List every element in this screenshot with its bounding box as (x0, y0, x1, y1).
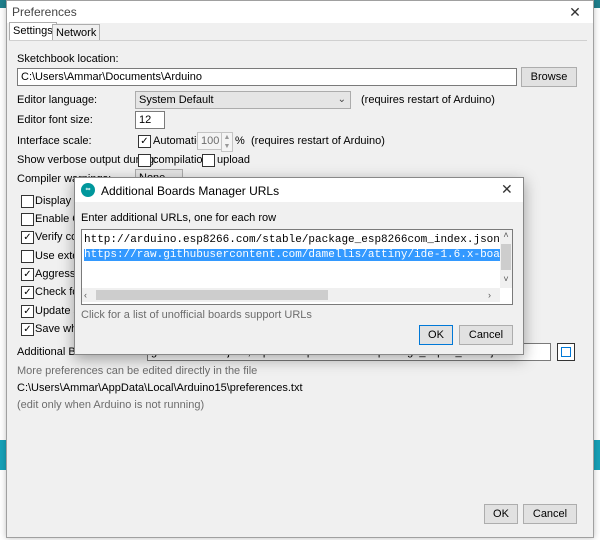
verbose-label: Show verbose output during: (17, 154, 158, 166)
window-title: Preferences (12, 5, 77, 19)
url-line: http://arduino.esp8266.com/stable/packag… (84, 234, 500, 246)
use-external-editor-checkbox[interactable] (21, 250, 34, 263)
check-updates-checkbox[interactable]: ✓ (21, 286, 34, 299)
percent-label: % (235, 135, 245, 147)
browse-button[interactable]: Browse (521, 67, 577, 87)
dialog-instruction: Enter additional URLs, one for each row (81, 212, 277, 224)
more-preferences-note: More preferences can be edited directly … (17, 365, 258, 377)
scroll-up-icon[interactable]: ˄ (500, 230, 512, 242)
display-line-numbers-checkbox[interactable] (21, 195, 34, 208)
horizontal-scroll-thumb[interactable] (96, 290, 328, 300)
aggressive-cache-checkbox[interactable]: ✓ (21, 268, 34, 281)
editor-language-select[interactable]: System Default ⌄ (135, 91, 351, 109)
url-line-selected: https://raw.githubusercontent.com/damell… (84, 249, 512, 261)
additional-urls-label: Additional Bo (17, 346, 82, 358)
restart-note-scale: (requires restart of Arduino) (251, 135, 385, 147)
compilation-checkbox[interactable] (138, 154, 151, 167)
enable-code-folding-checkbox[interactable] (21, 213, 34, 226)
font-size-input[interactable]: 12 (135, 111, 165, 129)
horizontal-scrollbar[interactable]: ‹ › (82, 288, 500, 302)
tab-network[interactable]: Network (52, 24, 101, 41)
compilation-label: compilation (153, 154, 209, 166)
editor-language-value: System Default (139, 94, 214, 106)
ok-button[interactable]: OK (484, 504, 518, 524)
scroll-down-icon[interactable]: ˅ (500, 274, 512, 286)
restart-note: (requires restart of Arduino) (361, 94, 495, 106)
boards-manager-urls-dialog: ∞ Additional Boards Manager URLs ✕ Enter… (74, 177, 524, 355)
dialog-ok-button[interactable]: OK (419, 325, 453, 345)
edit-note: (edit only when Arduino is not running) (17, 399, 205, 411)
sketchbook-location-input[interactable]: C:\Users\Ammar\Documents\Arduino (17, 68, 517, 86)
dialog-cancel-button[interactable]: Cancel (459, 325, 513, 345)
close-icon[interactable]: ✕ (565, 3, 585, 21)
scroll-right-icon[interactable]: › (488, 288, 498, 302)
upload-checkbox[interactable] (202, 154, 215, 167)
cancel-button[interactable]: Cancel (523, 504, 577, 524)
vertical-scrollbar[interactable]: ˄ ˅ (500, 230, 512, 288)
automatic-label: Automatic (153, 135, 202, 147)
preferences-path[interactable]: C:\Users\Ammar\AppData\Local\Arduino15\p… (17, 382, 303, 394)
scale-stepper[interactable]: ▲ ▼ (221, 132, 233, 152)
update-sketch-files-checkbox[interactable]: ✓ (21, 305, 34, 318)
save-when-verifying-checkbox[interactable]: ✓ (21, 323, 34, 336)
scroll-left-icon[interactable]: ‹ (84, 288, 94, 302)
vertical-scroll-thumb[interactable] (501, 244, 511, 270)
tab-settings[interactable]: Settings (9, 22, 57, 41)
chevron-down-icon: ⌄ (337, 94, 346, 105)
verify-code-checkbox[interactable]: ✓ (21, 231, 34, 244)
title-bar: Preferences ✕ (7, 1, 593, 23)
window-icon (561, 347, 571, 357)
urls-textarea[interactable]: http://arduino.esp8266.com/stable/packag… (81, 229, 513, 305)
arduino-icon: ∞ (81, 183, 95, 197)
dialog-title-bar: ∞ Additional Boards Manager URLs ✕ (75, 178, 523, 202)
open-urls-editor-button[interactable] (557, 343, 575, 361)
automatic-checkbox[interactable]: ✓ (138, 135, 151, 148)
font-size-label: Editor font size: (17, 114, 93, 126)
close-icon[interactable]: ✕ (501, 181, 513, 198)
interface-scale-label: Interface scale: (17, 135, 92, 147)
editor-language-label: Editor language: (17, 94, 98, 106)
upload-label: upload (217, 154, 251, 166)
sketchbook-label: Sketchbook location: (17, 53, 119, 65)
dialog-title: Additional Boards Manager URLs (101, 184, 280, 198)
unofficial-boards-link[interactable]: Click for a list of unofficial boards su… (81, 309, 312, 321)
